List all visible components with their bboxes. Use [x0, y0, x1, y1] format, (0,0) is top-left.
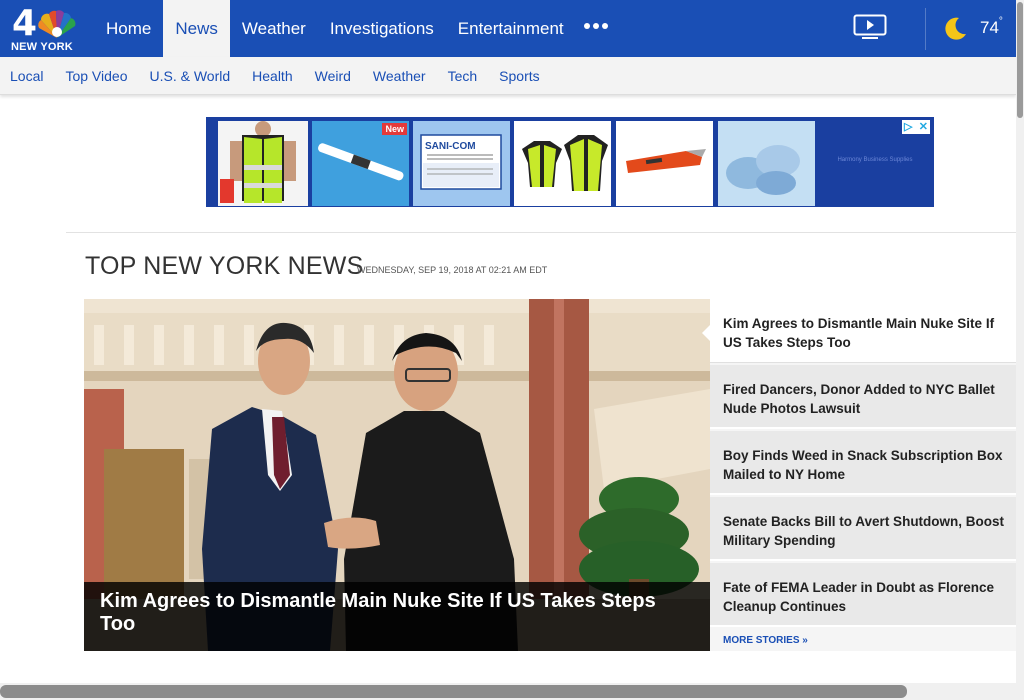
ad-tile-pen[interactable]: New — [312, 121, 409, 206]
active-story-arrow-icon — [702, 323, 712, 343]
subnav-item-local[interactable]: Local — [0, 68, 55, 84]
nav-item-weather[interactable]: Weather — [230, 0, 318, 57]
more-menu-ellipsis-icon[interactable] — [584, 23, 608, 29]
main-nav: Home News Weather Investigations Enterta… — [94, 0, 576, 57]
vertical-scrollbar-thumb[interactable] — [1017, 2, 1023, 118]
ad-tile-sani-com[interactable]: SANI-COM — [413, 121, 510, 206]
subnav-item-top-video[interactable]: Top Video — [55, 68, 139, 84]
section-title: TOP NEW YORK NEWS — [85, 252, 364, 280]
ad-choices-close-icon[interactable]: ▷ ✕ — [902, 120, 930, 134]
subnav-item-us-world[interactable]: U.S. & World — [139, 68, 242, 84]
story-item-1[interactable]: Kim Agrees to Dismantle Main Nuke Site I… — [702, 299, 1024, 363]
subnav-item-tech[interactable]: Tech — [438, 68, 490, 84]
story-title: Senate Backs Bill to Avert Shutdown, Boo… — [723, 514, 1005, 548]
nav-item-entertainment[interactable]: Entertainment — [446, 0, 576, 57]
sani-com-label: SANI-COM — [425, 141, 476, 152]
ad-sponsor-text[interactable]: Harmony Business Supplies — [820, 157, 930, 163]
hero-headline[interactable]: Kim Agrees to Dismantle Main Nuke Site I… — [84, 582, 710, 651]
subnav-item-sports[interactable]: Sports — [489, 68, 551, 84]
logo-text: NEW YORK — [11, 41, 73, 53]
nbc-new-york-logo[interactable]: 4 NEW YORK — [8, 3, 80, 54]
ad-tile-box-cutter[interactable] — [616, 121, 713, 206]
section-divider — [66, 232, 1016, 233]
ad-tile-safety-vest[interactable] — [218, 121, 308, 206]
moon-icon[interactable] — [944, 16, 968, 40]
new-badge: New — [382, 123, 407, 135]
horizontal-scrollbar[interactable] — [0, 683, 1016, 700]
more-stories-link[interactable]: MORE STORIES » — [723, 635, 808, 646]
story-item-2[interactable]: Fired Dancers, Donor Added to NYC Ballet… — [710, 365, 1024, 429]
advertisement-banner[interactable]: New SANI-COM Harmony Business Supplies ▷… — [206, 117, 934, 207]
sub-nav-bar: Local Top Video U.S. & World Health Weir… — [0, 57, 1016, 95]
ad-tile-vests[interactable] — [514, 121, 611, 206]
temperature-readout[interactable]: 74° — [980, 16, 1003, 38]
story-title: Kim Agrees to Dismantle Main Nuke Site I… — [723, 316, 995, 350]
story-title: Boy Finds Weed in Snack Subscription Box… — [723, 448, 1003, 482]
subnav-item-weather[interactable]: Weather — [363, 68, 438, 84]
peacock-icon — [38, 10, 76, 39]
vertical-scrollbar[interactable] — [1016, 0, 1024, 700]
video-player-icon[interactable] — [853, 14, 887, 40]
story-item-5[interactable]: Fate of FEMA Leader in Doubt as Florence… — [710, 563, 1024, 627]
story-item-3[interactable]: Boy Finds Weed in Snack Subscription Box… — [710, 431, 1024, 495]
ad-tile-shoe-covers[interactable] — [718, 121, 815, 206]
logo-number: 4 — [12, 3, 38, 44]
section-timestamp: WEDNESDAY, SEP 19, 2018 AT 02:21 AM EDT — [357, 265, 548, 275]
story-list: Kim Agrees to Dismantle Main Nuke Site I… — [702, 299, 1024, 651]
nav-item-home[interactable]: Home — [94, 0, 163, 57]
story-item-4[interactable]: Senate Backs Bill to Avert Shutdown, Boo… — [710, 497, 1024, 561]
top-nav-bar: 4 NEW YORK Home News Weather Investigati… — [0, 0, 1016, 57]
subnav-item-weird[interactable]: Weird — [305, 68, 363, 84]
story-title: Fired Dancers, Donor Added to NYC Ballet… — [723, 382, 995, 416]
nav-divider — [925, 8, 926, 50]
hero-story[interactable]: Kim Agrees to Dismantle Main Nuke Site I… — [84, 299, 710, 651]
nav-item-news[interactable]: News — [163, 0, 230, 57]
horizontal-scrollbar-thumb[interactable] — [0, 685, 907, 698]
subnav-item-health[interactable]: Health — [242, 68, 304, 84]
story-title: Fate of FEMA Leader in Doubt as Florence… — [723, 580, 995, 614]
nav-item-investigations[interactable]: Investigations — [318, 0, 446, 57]
